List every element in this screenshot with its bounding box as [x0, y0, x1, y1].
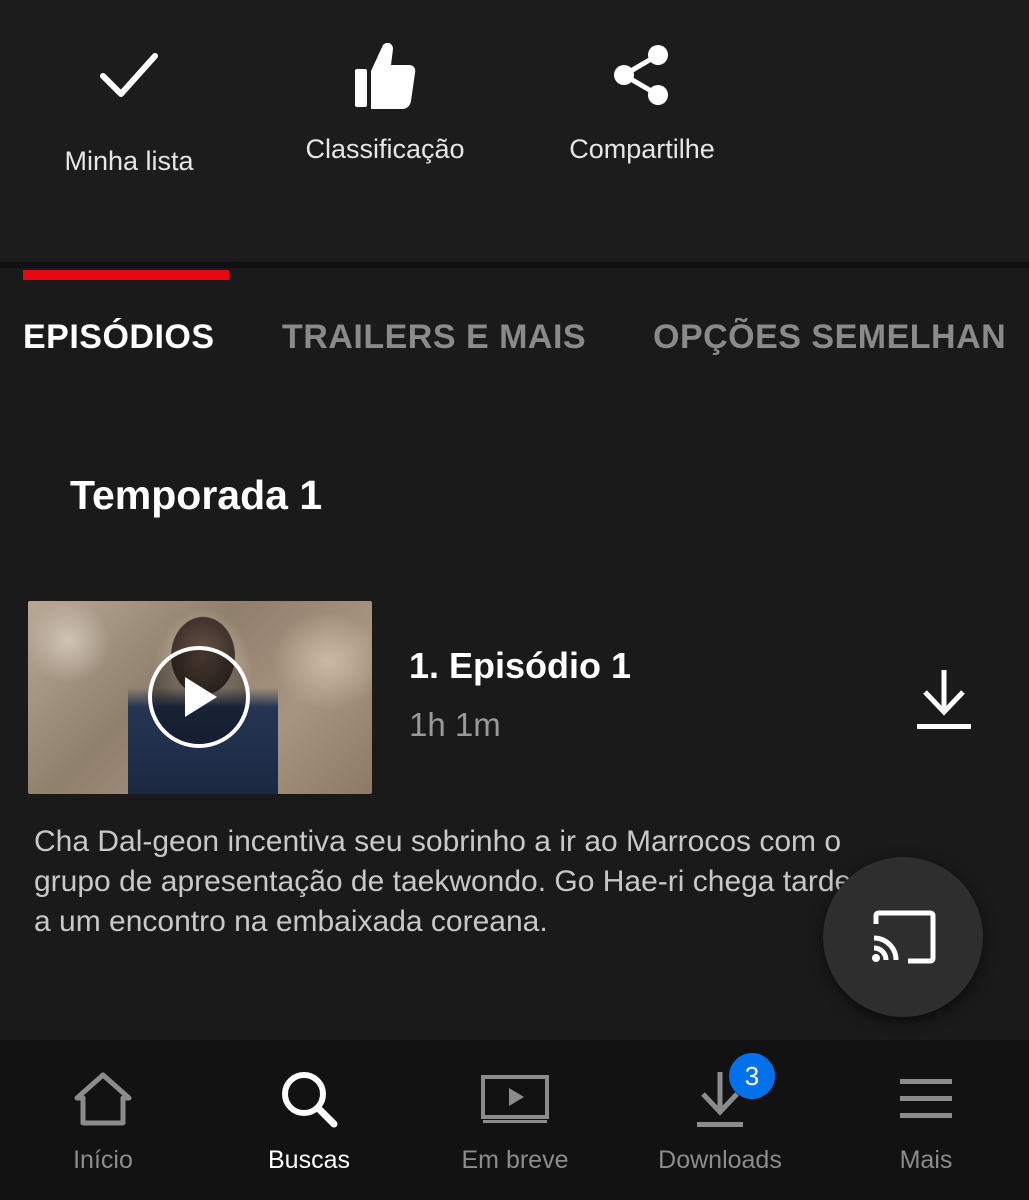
bottom-navigation: Início Buscas Em breve 3 Downloads Mais	[0, 1040, 1029, 1200]
search-icon	[206, 1062, 412, 1136]
thumbs-up-icon	[265, 30, 505, 120]
episode-download-button[interactable]	[908, 660, 980, 738]
downloads-nav-icon: 3	[617, 1053, 823, 1136]
tabs-bar: EPISÓDIOS TRAILERS E MAIS OPÇÕES SEMELHA…	[0, 318, 1029, 368]
play-icon	[185, 677, 217, 717]
season-selector[interactable]: Temporada 1	[70, 472, 322, 519]
play-button[interactable]	[148, 646, 250, 748]
rating-label: Classificação	[305, 134, 465, 164]
nav-search[interactable]: Buscas	[206, 1062, 412, 1175]
tab-trailers[interactable]: TRAILERS E MAIS	[282, 318, 586, 357]
share-label: Compartilhe	[569, 134, 715, 164]
section-divider	[0, 262, 1029, 268]
menu-icon	[823, 1062, 1029, 1136]
nav-downloads[interactable]: 3 Downloads	[617, 1053, 823, 1175]
episode-thumbnail[interactable]	[28, 601, 372, 794]
nav-home[interactable]: Início	[0, 1062, 206, 1175]
cast-icon	[872, 910, 936, 964]
home-icon	[0, 1062, 206, 1136]
episode-title: 1. Episódio 1	[409, 645, 632, 686]
episode-duration: 1h 1m	[409, 706, 501, 743]
check-icon	[9, 30, 249, 120]
nav-home-label: Início	[73, 1146, 133, 1174]
nav-downloads-label: Downloads	[658, 1146, 782, 1174]
nav-more[interactable]: Mais	[823, 1062, 1029, 1175]
coming-soon-icon	[412, 1062, 618, 1136]
episode-synopsis: Cha Dal-geon incentiva seu sobrinho a ir…	[34, 825, 852, 938]
actions-bar: Minha lista Classificação Compartilhe	[0, 0, 1029, 262]
share-button[interactable]: Compartilhe	[522, 30, 762, 165]
nav-search-label: Buscas	[268, 1146, 350, 1174]
downloads-badge: 3	[729, 1053, 775, 1099]
download-icon	[917, 670, 971, 729]
tab-similar[interactable]: OPÇÕES SEMELHAN	[653, 318, 1006, 357]
rating-button[interactable]: Classificação	[265, 30, 505, 165]
tab-episodes[interactable]: EPISÓDIOS	[23, 318, 215, 357]
nav-coming-soon[interactable]: Em breve	[412, 1062, 618, 1175]
cast-button[interactable]	[823, 857, 983, 1017]
nav-more-label: Mais	[899, 1146, 953, 1174]
my-list-label: Minha lista	[64, 146, 194, 176]
my-list-button[interactable]: Minha lista	[9, 30, 249, 177]
netflix-title-page: Minha lista Classificação Compartilhe EP…	[0, 0, 1029, 1200]
nav-coming-soon-label: Em breve	[461, 1146, 569, 1174]
share-icon	[522, 30, 762, 120]
active-tab-indicator	[23, 270, 229, 280]
